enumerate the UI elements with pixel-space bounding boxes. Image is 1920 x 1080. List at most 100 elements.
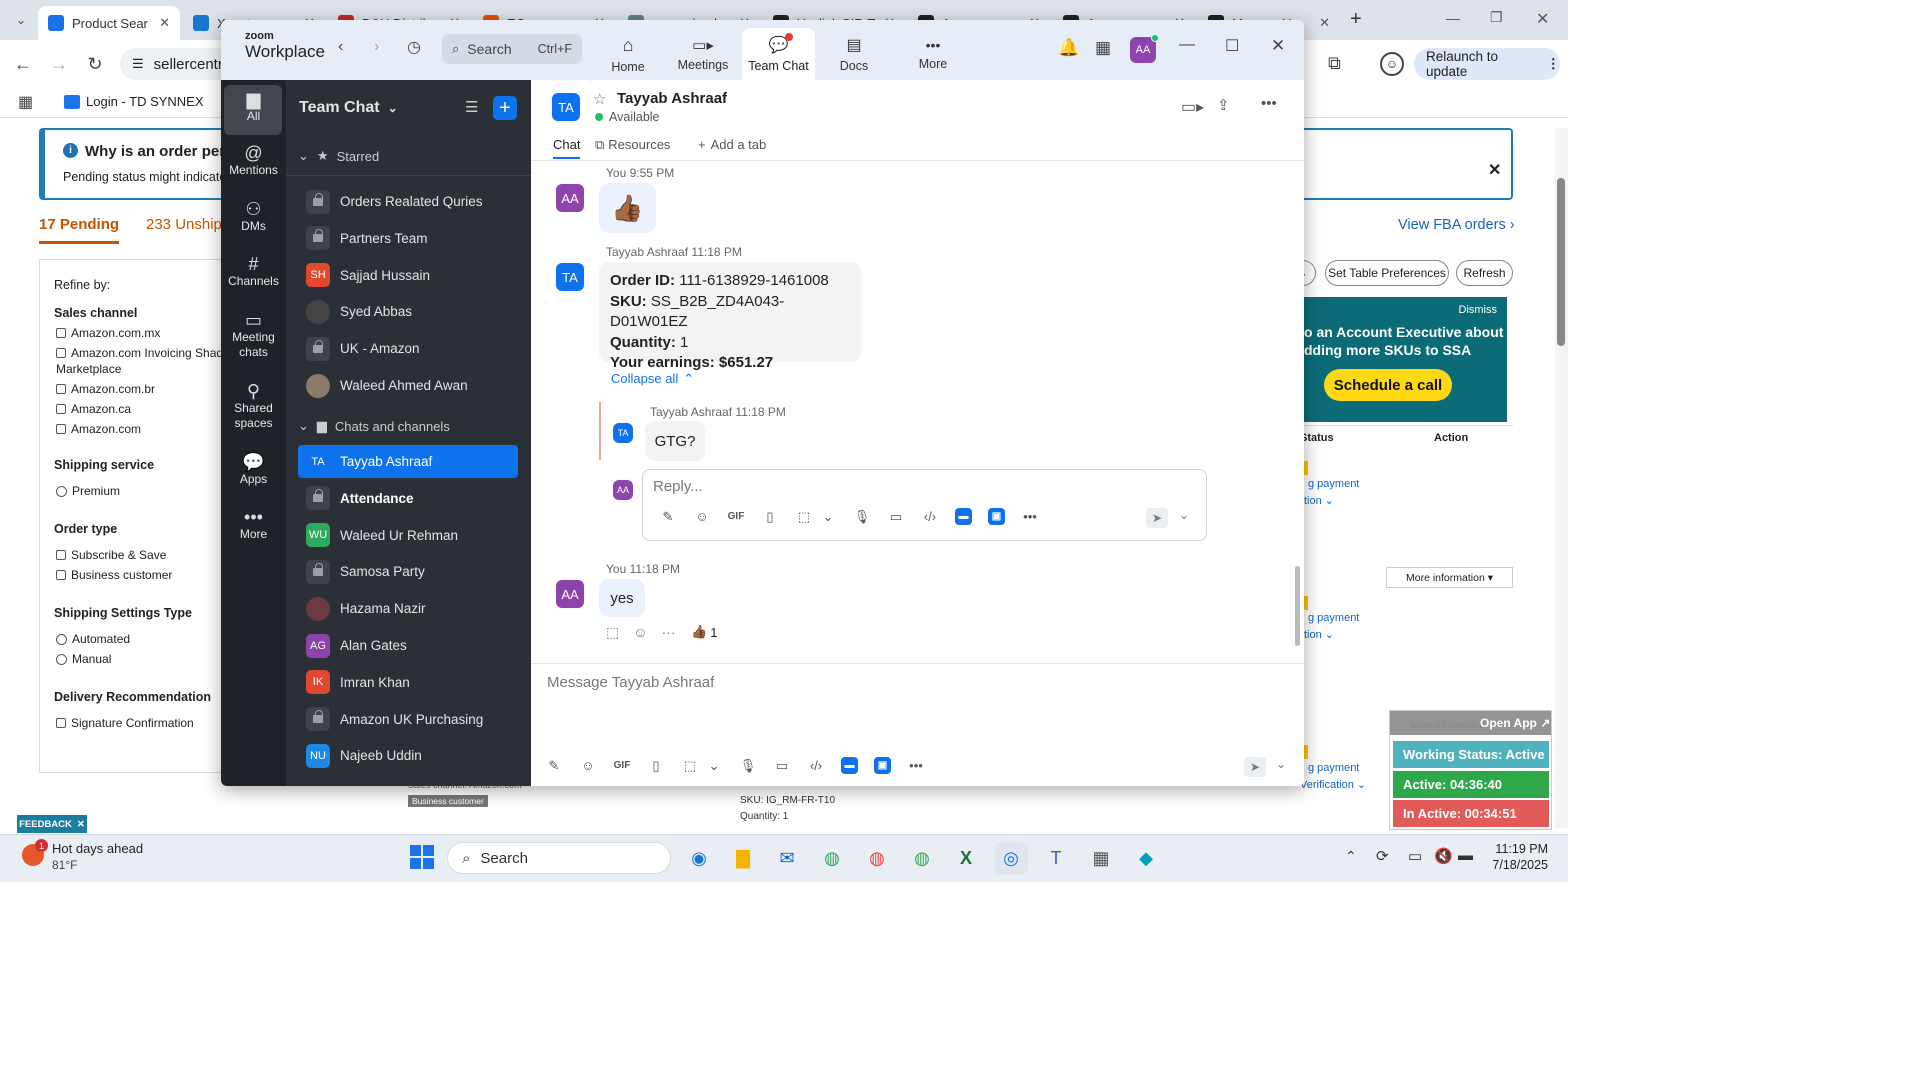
app-icon[interactable]: ▬ <box>955 508 972 525</box>
contact-name[interactable]: Tayyab Ashraaf <box>617 90 727 107</box>
reply-icon[interactable]: ⬚ <box>606 624 619 641</box>
filter-amazon-invoicing[interactable]: Amazon.com Invoicing Shado <box>40 346 230 360</box>
rail-meeting-chats[interactable]: ▭ Meeting chats <box>225 311 282 360</box>
format-icon[interactable]: ✎ <box>651 509 685 525</box>
more-dots-icon[interactable]: ··· <box>662 624 676 641</box>
more-dots-icon[interactable]: ••• <box>899 758 933 773</box>
nav-home[interactable]: ⌂ Home <box>598 28 658 80</box>
collapse-all-link[interactable]: Collapse all ⌃ <box>611 371 694 387</box>
filter-icon[interactable]: ☰ <box>465 98 478 116</box>
filter-amazon-br[interactable]: Amazon.com.br <box>40 382 228 396</box>
tab-resources[interactable]: ⧉ Resources <box>595 137 670 153</box>
microphone-icon[interactable]: 🎙 <box>731 758 765 774</box>
zoom-close-button[interactable]: ✕ <box>1271 36 1285 56</box>
teams-icon[interactable]: T <box>1039 842 1073 874</box>
more-options-icon[interactable]: ••• <box>1261 95 1277 112</box>
filter-subscribe-save[interactable]: Subscribe & Save <box>40 548 228 562</box>
emoji-icon[interactable]: ☺ <box>571 758 605 773</box>
order-message[interactable]: Order ID: 111-6138929-1461008 SKU: SS_B2… <box>599 262 861 371</box>
forward-icon[interactable]: → <box>44 49 74 79</box>
chat-scrollbar-thumb[interactable] <box>1295 566 1300 646</box>
close-icon[interactable]: ✕ <box>1488 160 1501 180</box>
sender-avatar[interactable]: AA <box>556 580 584 608</box>
view-fba-link[interactable]: View FBA orders › <box>1398 217 1515 233</box>
app-diamond-icon[interactable]: ◆ <box>1129 842 1163 874</box>
rail-shared-spaces[interactable]: ⚲ Shared spaces <box>225 382 282 431</box>
more-dots-icon[interactable]: ••• <box>1013 509 1047 524</box>
weather-widget-icon[interactable]: 1 <box>22 839 48 866</box>
chat-list-item[interactable]: WU Waleed Ur Rehman <box>298 519 518 552</box>
microphone-icon[interactable]: 🎙 <box>845 509 879 525</box>
chevron-down-icon[interactable]: ⌄ <box>1179 508 1189 522</box>
chat-list-item[interactable]: Amazon UK Purchasing <box>298 703 518 736</box>
chevron-down-icon[interactable]: ⌄ <box>707 758 721 774</box>
verification-link[interactable]: tion ⌄ <box>1304 494 1334 507</box>
nav-more[interactable]: ••• More <box>903 28 963 80</box>
close-icon[interactable]: ✕ <box>77 819 85 830</box>
user-avatar[interactable]: AA <box>1130 34 1159 63</box>
taskbar-search[interactable]: ⌕ Search <box>447 842 671 874</box>
file-icon[interactable]: ▯ <box>753 509 787 525</box>
filter-amazon-mx[interactable]: Amazon.com.mx <box>40 326 228 340</box>
add-reaction-icon[interactable]: ☺ <box>633 624 647 641</box>
filter-amazon-ca[interactable]: Amazon.ca <box>40 402 228 416</box>
filter-business-customer[interactable]: Business customer <box>40 568 228 582</box>
rail-more[interactable]: ••• More <box>225 508 282 542</box>
battery-icon[interactable]: ▬ <box>1458 847 1473 864</box>
reply-composer[interactable]: Reply... ✎ ☺ GIF ▯ ⬚ ⌄ 🎙 ▭ ‹/› ▬ ▣ ••• ➤ ⌄ <box>642 469 1207 541</box>
team-chat-title[interactable]: Team Chat ⌄ <box>299 99 398 117</box>
window-minimize-button[interactable]: — <box>1446 10 1460 26</box>
filter-amazon-com[interactable]: Amazon.com <box>40 422 228 436</box>
chat-list-item[interactable]: AG Alan Gates <box>298 629 518 662</box>
reply-input[interactable]: Reply... <box>653 478 703 495</box>
clock[interactable]: 11:19 PM 7/18/2025 <box>1480 841 1548 873</box>
nav-meetings[interactable]: ▭▸ Meetings <box>670 28 736 80</box>
chat-list-item[interactable]: Orders Realated Quries <box>298 185 518 218</box>
video-message-icon[interactable]: ▭ <box>879 509 913 525</box>
calendar-icon[interactable]: ▦ <box>1095 38 1111 58</box>
profile-icon[interactable]: ☺ <box>1380 52 1404 76</box>
extensions-icon[interactable]: ⧉ <box>1328 53 1341 74</box>
chat-list-item[interactable]: Partners Team <box>298 222 518 255</box>
pending-payment-link[interactable]: g payment <box>1308 612 1359 624</box>
send-icon[interactable]: ➤ <box>1244 757 1266 777</box>
filter-signature[interactable]: Signature Confirmation <box>40 716 228 730</box>
back-icon[interactable]: ‹ <box>338 38 343 56</box>
reaction-chip[interactable]: 👍🏾 1 <box>691 624 717 640</box>
video-message-icon[interactable]: ▭ <box>765 758 799 774</box>
browser-tab[interactable]: Product Sear ✕ <box>38 6 180 40</box>
verification-link[interactable]: tion ⌄ <box>1304 628 1334 641</box>
tab-unshipped[interactable]: 233 Unship <box>146 216 222 233</box>
video-call-icon[interactable]: ▭▸ <box>1181 97 1204 117</box>
chevron-down-icon[interactable]: ⌄ <box>821 509 835 525</box>
yes-message[interactable]: yes <box>599 579 645 617</box>
weather-title[interactable]: Hot days ahead <box>52 841 143 856</box>
starred-section-header[interactable]: ⌄ ★ Starred <box>298 148 379 164</box>
more-information-button[interactable]: More information ▾ <box>1386 567 1513 588</box>
zoom-taskbar-icon[interactable]: ◎ <box>994 842 1028 874</box>
rail-channels[interactable]: # Channels <box>225 255 282 289</box>
verification-link[interactable]: Verification ⌄ <box>1300 778 1366 791</box>
relaunch-button[interactable]: Relaunch to update ⋮ <box>1414 48 1560 80</box>
zoom-minimize-button[interactable]: — <box>1179 36 1195 54</box>
gif-icon[interactable]: GIF <box>719 511 753 522</box>
chat-list-item[interactable]: Waleed Ahmed Awan <box>298 369 518 402</box>
search-input[interactable]: ⌕ Search Ctrl+F <box>442 34 582 64</box>
chat-list-item[interactable]: NU Najeeb Uddin <box>298 739 518 772</box>
excel-icon[interactable]: X <box>949 842 983 874</box>
start-windows-icon[interactable] <box>410 845 434 869</box>
chrome-profile-icon[interactable]: ◍ <box>860 842 894 874</box>
star-icon[interactable]: ☆ <box>593 90 606 108</box>
sync-icon[interactable]: ⟳ <box>1376 847 1389 865</box>
site-info-icon[interactable]: ☰ <box>132 56 144 72</box>
nav-docs[interactable]: ▤ Docs <box>824 28 884 80</box>
set-table-preferences-button[interactable]: Set Table Preferences <box>1325 260 1449 286</box>
contact-avatar[interactable]: TA <box>552 93 580 121</box>
chats-section-header[interactable]: ⌄ ▆ Chats and channels <box>298 418 450 434</box>
new-tab-button[interactable]: + <box>1350 8 1362 31</box>
rail-dms[interactable]: ⚇ DMs <box>225 200 282 234</box>
screenshot-icon[interactable]: ⬚ <box>673 758 707 774</box>
speaker-muted-icon[interactable]: 🔇 <box>1434 847 1453 865</box>
chat-list-item[interactable]: UK - Amazon <box>298 332 518 365</box>
chrome-icon[interactable]: ◍ <box>815 842 849 874</box>
